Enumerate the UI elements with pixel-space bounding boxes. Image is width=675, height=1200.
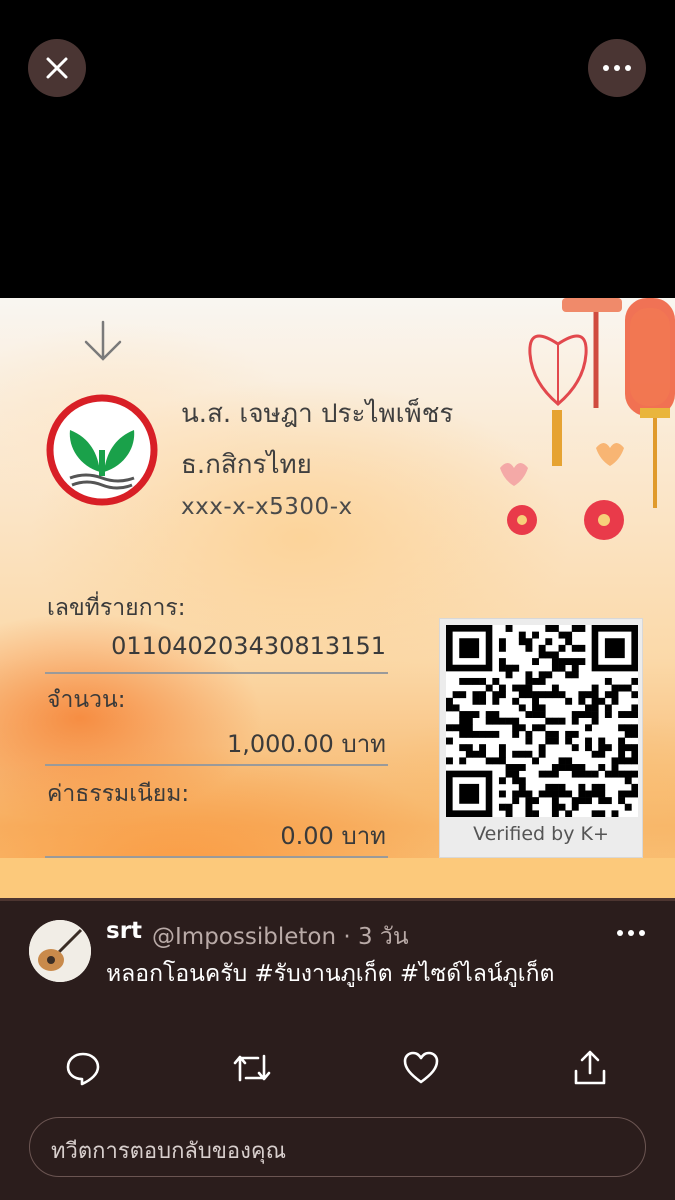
- divider: [45, 672, 388, 674]
- amount-value: 1,000.00 บาท: [226, 730, 386, 758]
- tweet-text: หลอกโอนครับ #รับงานภูเก็ต #ไซด์ไลน์ภูเก็…: [106, 961, 555, 987]
- more-options-button[interactable]: [588, 39, 646, 97]
- share-button[interactable]: [570, 1048, 610, 1088]
- close-icon: [46, 57, 68, 79]
- share-icon: [574, 1050, 606, 1085]
- tweet-more-button[interactable]: [617, 930, 645, 936]
- arrow-down-icon: [84, 320, 122, 361]
- more-horizontal-icon: [603, 65, 631, 71]
- account-name: น.ส. เจษฎา ประไพเพ็ชร: [181, 399, 454, 429]
- reference-value: 011040203430813151: [111, 632, 386, 660]
- amount-label: จำนวน:: [47, 687, 126, 713]
- retweet-icon: [233, 1054, 271, 1082]
- qr-code-panel: Verified by K+: [439, 618, 643, 858]
- reply-input[interactable]: ทวีตการตอบกลับของคุณ: [29, 1117, 646, 1177]
- transfer-slip-image: น.ส. เจษฎา ประไพเพ็ชร ธ.กสิกรไทย xxx-x-x…: [0, 298, 675, 898]
- retweet-button[interactable]: [232, 1048, 272, 1088]
- account-number: xxx-x-x5300-x: [181, 494, 353, 520]
- tweet-handle-time[interactable]: @Impossibleton · 3 วัน: [152, 919, 409, 955]
- reply-button[interactable]: [63, 1048, 103, 1088]
- qr-code-icon: [446, 625, 639, 818]
- avatar[interactable]: [29, 920, 91, 982]
- tweet-card: srt @Impossibleton · 3 วัน หลอกโอนครับ #…: [0, 898, 675, 1200]
- reference-label: เลขที่รายการ:: [47, 595, 186, 621]
- kbank-logo: [46, 394, 158, 506]
- divider: [45, 764, 388, 766]
- more-horizontal-icon: [617, 930, 645, 936]
- guitar-avatar-icon: [29, 920, 91, 982]
- tweet-display-name[interactable]: srt: [106, 918, 142, 944]
- like-button[interactable]: [401, 1048, 441, 1088]
- bank-name: ธ.กสิกรไทย: [181, 450, 312, 480]
- heart-icon: [403, 1051, 439, 1084]
- qr-code: [446, 625, 639, 818]
- lantern-decoration-icon: [500, 298, 675, 540]
- close-button[interactable]: [28, 39, 86, 97]
- media-viewer-header: [0, 0, 675, 298]
- fee-label: ค่าธรรมเนียม:: [47, 781, 190, 807]
- reply-placeholder: ทวีตการตอบกลับของคุณ: [51, 1139, 286, 1164]
- fee-value: 0.00 บาท: [280, 822, 386, 850]
- divider: [45, 856, 388, 858]
- reply-icon: [66, 1052, 100, 1086]
- qr-caption: Verified by K+: [473, 823, 609, 845]
